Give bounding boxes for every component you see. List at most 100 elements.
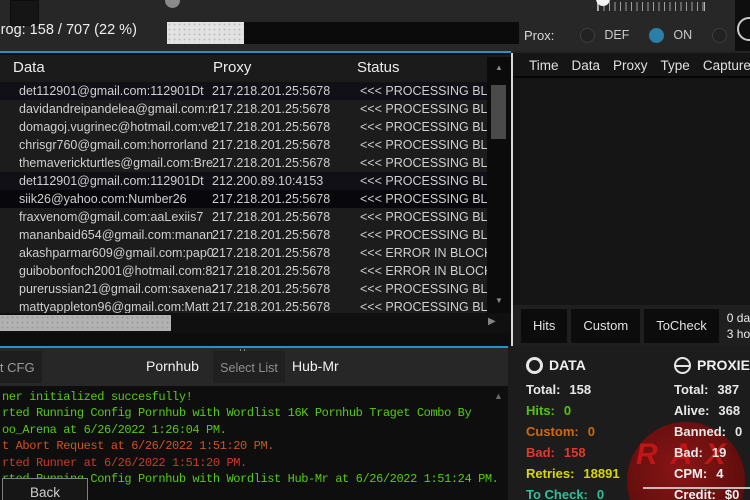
stat-label: CPM: [674,466,707,481]
column-header-hits-proxy[interactable]: Proxy [613,58,648,73]
horizontal-scrollbar[interactable]: ▶ [0,313,511,333]
radio-circle-off[interactable] [712,28,727,43]
data-stats-header: DATA [526,356,620,374]
column-header-proxy[interactable]: Proxy [213,59,251,76]
stat-row: Total: 158 [526,379,620,400]
proxy-stats-title: PROXIES & [697,357,750,373]
cell-data: akashparmar609@gmail.com:pap0 [19,246,214,260]
radio-circle-on[interactable] [649,28,664,43]
cell-proxy: 217.218.201.25:5678 [212,210,330,224]
radio-on[interactable]: ON [649,28,692,43]
column-header-time[interactable]: Time [529,58,559,73]
cell-proxy: 217.218.201.25:5678 [212,120,330,134]
stat-label: Credit: [674,487,716,500]
cell-status: <<< PROCESSING BLOCK [360,228,487,242]
stat-value: 158 [564,445,586,460]
cell-data: themaverickturtles@gmail.com:Bre [19,156,213,170]
stat-row: Total:387 [674,379,750,400]
cell-data: fraxvenom@gmail.com:aaLexiis7 [19,210,203,224]
cell-status: <<< PROCESSING BLOCK [360,210,487,224]
radio-circle-def[interactable] [580,28,595,43]
table-row[interactable]: mananbaid654@gmail.com:manan217.218.201.… [0,226,487,244]
radio-def[interactable]: DEF [580,28,629,43]
log-line: rted Runner at 6/26/2022 1:51:20 PM. [2,455,499,471]
stat-row: Bad: 158 [526,442,620,463]
log-lines: ner initialized succesfully!rted Running… [2,389,499,487]
table-row[interactable]: chrisgr760@gmail.com:horrorland217.218.2… [0,136,487,154]
cell-data: purerussian21@gmail.com:saxena2 [19,282,219,296]
log-panel: ner initialized succesfully!rted Running… [0,386,508,500]
results-pane-footer [0,333,511,346]
scroll-down-icon[interactable]: ▼ [487,296,511,305]
table-row[interactable]: themaverickturtles@gmail.com:Bre217.218.… [0,154,487,172]
table-row[interactable]: siik26@yahoo.com:Number26217.218.201.25:… [0,190,487,208]
cell-data: det112901@gmail.com:112901Dt [19,84,204,98]
proxy-stats-rows: Total:387Alive:368Banned:0Bad:19CPM:4Cre… [674,379,750,500]
stat-row: CPM: 4 [674,463,750,484]
vertical-scrollbar-thumb[interactable] [491,85,506,139]
select-list-button[interactable]: Select List [213,351,285,383]
cell-status: <<< PROCESSING BLOCK [360,300,487,313]
proxy-mode-label: Prox: [524,28,554,43]
stat-label: Retries: [526,466,574,481]
cell-proxy: 217.218.201.25:5678 [212,156,330,170]
column-header-hits-data[interactable]: Data [572,58,601,73]
stat-row: Hits:0 [526,400,620,421]
stat-value: 368 [718,403,740,418]
cell-status: <<< PROCESSING BLOCK [360,84,487,98]
stat-label: Bad: [674,445,703,460]
table-row[interactable]: det112901@gmail.com:112901Dt212.200.89.1… [0,172,487,190]
column-header-status[interactable]: Status [357,59,400,76]
table-row[interactable]: domagoj.vugrinec@hotmail.com:ve217.218.2… [0,118,487,136]
table-row[interactable]: det112901@gmail.com:112901Dt217.218.201.… [0,82,487,100]
cell-data: siik26@yahoo.com:Number26 [19,192,187,206]
table-row[interactable]: guibobonfoch2001@hotmail.com:8217.218.20… [0,262,487,280]
slider-knob-icon[interactable] [165,0,180,8]
cell-proxy: 217.218.201.25:5678 [212,228,330,242]
bots-slider-ticks[interactable] [597,2,705,11]
table-row[interactable]: fraxvenom@gmail.com:aaLexiis7 217.218.201… [0,208,487,226]
stat-label: Bad: [526,445,555,460]
horizontal-scrollbar-thumb[interactable] [0,315,171,331]
list-name-label: Hub-Mr [292,358,339,374]
config-name-label: Pornhub [146,358,199,374]
custom-tab-button[interactable]: Custom [571,309,640,343]
cell-data: davidandreipandelea@gmail.com:n [19,102,215,116]
proxy-mode-group: Prox: DEF ON OFF [524,26,750,44]
stat-value: 19 [712,445,726,460]
column-header-type[interactable]: Type [661,58,690,73]
column-header-data[interactable]: Data [13,59,45,76]
stat-label: Hits: [526,403,555,418]
log-scroll-up-icon[interactable]: ▲ [494,391,503,401]
cell-status: <<< PROCESSING BLOCK [360,156,487,170]
progress-label: Prog: 158 / 707 (22 %) [0,22,137,38]
table-row[interactable]: mattyappleton96@gmail.com:Matt217.218.20… [0,298,487,313]
proxy-stats-header: PROXIES & [674,356,750,374]
column-header-capture[interactable]: Capture [703,58,750,73]
radio-label-on: ON [673,28,692,42]
ring-icon [526,357,543,374]
stat-value: 158 [569,382,591,397]
stat-row: Banned:0 [674,421,750,442]
stat-label: Total: [526,382,560,397]
stat-row: Credit:$0 [674,484,750,500]
progress-bar-fill [167,22,244,44]
table-row[interactable]: purerussian21@gmail.com:saxena2217.218.2… [0,280,487,298]
cell-status: <<< PROCESSING BLOCK [360,138,487,152]
vertical-scrollbar[interactable]: ▲ ▼ [487,57,511,313]
eta-text: 0 days 01 3 hours left [727,310,750,342]
log-line: ner initialized succesfully! [2,389,499,405]
select-config-button[interactable]: Select CFG [0,351,42,383]
back-button[interactable]: Back [2,478,88,500]
scroll-right-icon[interactable]: ▶ [488,316,496,327]
results-rows: det112901@gmail.com:112901Dt 217.218.201.… [0,82,487,313]
scroll-up-icon[interactable]: ▲ [487,63,511,72]
stat-label: Alive: [674,403,709,418]
table-row[interactable]: akashparmar609@gmail.com:pap0217.218.201… [0,244,487,262]
stat-value: 4 [716,466,723,481]
hits-tab-button[interactable]: Hits [521,309,567,343]
tocheck-tab-button[interactable]: ToCheck [644,309,719,343]
stat-label: To Check: [526,487,588,500]
stat-value: 0 [597,487,604,500]
table-row[interactable]: davidandreipandelea@gmail.com:n217.218.2… [0,100,487,118]
